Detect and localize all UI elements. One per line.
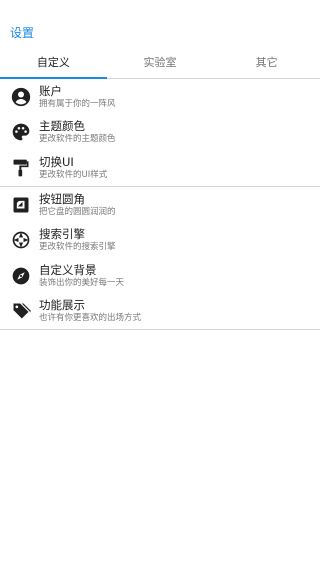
page-title: 设置 — [10, 26, 35, 40]
settings-item-feature-showcase[interactable]: 功能展示 也许有你更喜欢的出场方式 — [0, 294, 320, 330]
tab-lab[interactable]: 实验室 — [107, 46, 214, 78]
item-description: 装饰出你的美好每一天 — [39, 277, 125, 288]
tags-icon — [10, 300, 32, 322]
settings-list: 账户 拥有属于你的一阵风 主题颜色 更改软件的主题颜色 切换UI 更改软件的UI… — [0, 79, 320, 331]
item-label: 主题颜色 — [39, 119, 85, 134]
rounded-corner-icon — [10, 194, 32, 216]
account-icon — [10, 86, 32, 108]
item-label: 账户 — [39, 83, 62, 98]
settings-item-switch-ui[interactable]: 切换UI 更改软件的UI样式 — [0, 150, 320, 186]
divider — [0, 329, 320, 331]
search-engine-icon — [10, 229, 32, 251]
tab-bar: 自定义 实验室 其它 — [0, 46, 320, 79]
item-label: 功能展示 — [39, 298, 85, 313]
item-label: 自定义背景 — [39, 262, 97, 277]
tab-other[interactable]: 其它 — [213, 46, 320, 78]
settings-item-theme-color[interactable]: 主题颜色 更改软件的主题颜色 — [0, 115, 320, 151]
item-description: 把它盘的圆圆润润的 — [39, 206, 116, 217]
tab-customize[interactable]: 自定义 — [0, 46, 107, 79]
settings-item-account[interactable]: 账户 拥有属于你的一阵风 — [0, 79, 320, 115]
settings-item-button-radius[interactable]: 按钮圆角 把它盘的圆圆润润的 — [0, 187, 320, 223]
paint-roller-icon — [10, 157, 32, 179]
header: 设置 — [0, 0, 320, 46]
item-label: 切换UI — [39, 154, 74, 169]
item-description: 也许有你更喜欢的出场方式 — [39, 313, 142, 324]
compass-icon — [10, 265, 32, 287]
settings-item-custom-background[interactable]: 自定义背景 装饰出你的美好每一天 — [0, 258, 320, 294]
item-label: 搜索引擎 — [39, 227, 85, 242]
item-description: 更改软件的UI样式 — [39, 169, 108, 180]
settings-item-search-engine[interactable]: 搜索引擎 更改软件的搜索引擎 — [0, 222, 320, 258]
item-description: 拥有属于你的一阵风 — [39, 98, 116, 109]
item-description: 更改软件的搜索引擎 — [39, 242, 116, 253]
item-description: 更改软件的主题颜色 — [39, 134, 116, 145]
item-label: 按钮圆角 — [39, 191, 85, 206]
palette-icon — [10, 121, 32, 143]
